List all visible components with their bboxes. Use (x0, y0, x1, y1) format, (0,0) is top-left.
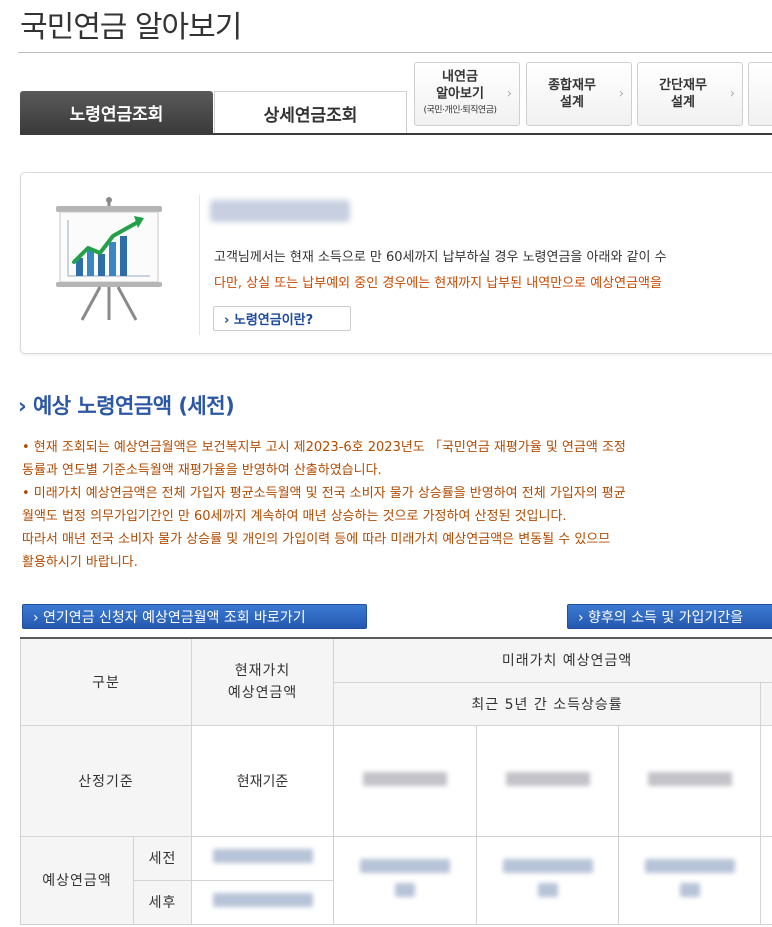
pension-table: 구분 현재가치 예상연금액 미래가치 예상연금액 최근 5년 간 소득상승률 산… (19, 637, 772, 925)
chevron-right-icon: › (618, 86, 624, 102)
note-line: • 현재 조회되는 예상연금월액은 보건복지부 고시 제2023-6호 2023… (22, 440, 626, 455)
note-line: 따라서 매년 전국 소비자 물가 상승률 및 개인의 가입이력 등에 따라 미래… (22, 532, 611, 547)
intro-notice: 다만, 상실 또는 납부예외 중인 경우에는 현재까지 납부된 내역만으로 예상… (214, 276, 662, 291)
title-divider (18, 52, 772, 53)
comprehensive-line2: 설계 (560, 95, 584, 110)
amount-future-1 (333, 835, 478, 925)
note-line: 동률과 연도별 기준소득월액 재평가율을 반영하여 산출하였습니다. (22, 463, 382, 478)
future-income-button[interactable]: › 향후의 소득 및 가입기간을 (567, 604, 772, 629)
deferred-pension-button[interactable]: › 연기연금 신청자 예상연금월액 조회 바로가기 (22, 604, 367, 629)
simple-line2: 설계 (671, 95, 695, 110)
comprehensive-line1: 종합재무 (548, 78, 596, 93)
comprehensive-finance-link[interactable]: 종합재무 설계 › (526, 62, 632, 126)
simple-finance-link[interactable]: 간단재무 설계 › (637, 62, 743, 126)
amount-future-2 (476, 835, 620, 925)
header-income-growth: 최근 5년 간 소득상승률 (333, 681, 762, 726)
basis-future-1 (333, 724, 478, 837)
pre-tax-label: 세전 (132, 835, 193, 881)
basis-future-2 (476, 724, 620, 837)
row-basis-label: 산정기준 (19, 724, 193, 837)
my-pension-sub: (국민·개인·퇴직연금) (423, 105, 498, 116)
header-future-value: 미래가치 예상연금액 (333, 637, 772, 683)
header-present-value: 현재가치 예상연금액 (191, 637, 335, 726)
tab-old-age-pension[interactable]: 노령연금조회 (20, 91, 213, 134)
simple-line1: 간단재무 (659, 78, 707, 93)
post-tax-present (191, 879, 335, 925)
note-line: • 미래가치 예상연금액은 전체 가입자 평균소득월액 및 전국 소비자 물가 … (22, 486, 626, 501)
tab-underline (20, 133, 772, 135)
my-pension-link[interactable]: 내연금 알아보기 (국민·개인·퇴직연금) › (414, 62, 520, 126)
my-pension-line1: 내연금 (442, 69, 478, 85)
intro-divider (199, 195, 200, 335)
header-blank (760, 681, 772, 726)
pre-tax-present (191, 835, 335, 881)
amount-future-4 (760, 835, 772, 925)
page-title: 국민연금 알아보기 (20, 10, 242, 45)
chevron-right-icon: › (506, 86, 512, 102)
section-title: › 예상 노령연금액 (세전) (18, 394, 235, 418)
post-tax-label: 세후 (132, 879, 193, 925)
basis-future-3 (618, 724, 762, 837)
my-pension-line2: 알아보기 (436, 86, 484, 102)
basis-future-4 (760, 724, 772, 837)
amount-future-3 (618, 835, 762, 925)
note-line: 월액도 법정 의무가입기간인 만 60세까지 계속하여 매년 상승하는 것으로 … (22, 509, 567, 524)
extra-link[interactable] (748, 62, 772, 126)
note-line: 활용하시기 바랍니다. (22, 555, 138, 570)
header-category: 구분 (19, 637, 193, 726)
customer-name-redacted (210, 200, 350, 222)
chevron-right-icon: › (729, 86, 735, 102)
basis-present: 현재기준 (191, 724, 335, 837)
chart-presentation-icon (56, 197, 162, 321)
row-amount-label: 예상연금액 (20, 835, 134, 925)
notes: • 현재 조회되는 예상연금월액은 보건복지부 고시 제2023-6호 2023… (22, 436, 626, 574)
tab-detailed-pension[interactable]: 상세연금조회 (214, 91, 407, 134)
what-is-old-age-pension-button[interactable]: › 노령연금이란? (213, 306, 351, 331)
intro-message: 고객님께서는 현재 소득으로 만 60세까지 납부하실 경우 노령연금을 아래와… (214, 250, 667, 265)
